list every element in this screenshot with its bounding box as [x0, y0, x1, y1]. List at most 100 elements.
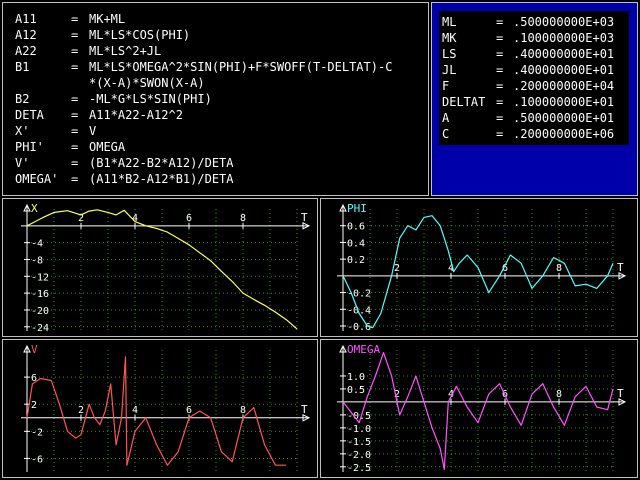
chart-0: 2 4 6 8-4-8-12-16-20-24XT: [21, 202, 311, 334]
parameter-name: C: [442, 127, 450, 141]
y-tick-label: -24: [31, 323, 49, 334]
x-axis-label: T: [301, 403, 308, 416]
x-tick-label: 8: [556, 389, 562, 400]
parameter-name: DELTAT: [442, 95, 486, 109]
parameter-equals: =: [496, 95, 504, 109]
parameter-equals: =: [496, 15, 504, 29]
equation-rhs: ML*LS*COS(PHI): [89, 28, 191, 42]
y-tick-label: -8: [31, 255, 43, 266]
grid: [27, 350, 298, 472]
y-tick-label: -1.0: [347, 424, 371, 435]
parameter-value: .100000000E+01: [513, 95, 615, 109]
chart-2: 2 4 6 862-2-6VT: [21, 343, 311, 472]
parameter-equals: =: [496, 127, 504, 141]
equation-lhs: B1: [15, 60, 30, 74]
y-tick-label: -2.0: [347, 450, 371, 461]
parameter-value: .500000000E+01: [513, 111, 615, 125]
y-tick-label: -20: [31, 306, 49, 317]
equation-lhs: B2: [15, 92, 30, 106]
parameter-value: .400000000E+01: [513, 63, 615, 77]
equation-rhs: V: [89, 124, 97, 138]
equation-rhs: OMEGA: [89, 140, 126, 154]
chart-phi-panel: 2 4 6 8 0.6 0.4 0.2 -0.2 -0.4 -0.6 PHI T: [320, 198, 638, 337]
equation-equals: =: [71, 172, 79, 186]
equations-panel: A11 = MK+ML A12 = ML*LS*COS(PHI) A22 = ML*LS^2+J…: [2, 2, 429, 196]
equation-lhs: PHI': [15, 140, 44, 154]
chart-1: 2 4 6 80.60.40.2-0.2-0.4-0.6PHIT: [337, 202, 627, 333]
equation-lhs: X': [15, 124, 30, 138]
equation-lhs: DETA: [15, 108, 44, 122]
parameters-panel: ML = .500000000E+03 MK = .100000000E+03 LS = .40…: [431, 2, 638, 196]
y-axis-label: V: [31, 343, 38, 356]
equation-lhs: A22: [15, 44, 37, 58]
y-axis-label: X: [31, 202, 38, 215]
parameter-name: F: [442, 79, 450, 93]
y-tick-label: -0.4: [347, 305, 371, 316]
parameter-name: MK: [442, 31, 457, 45]
equation-rhs: ML*LS^2+JL: [89, 44, 162, 58]
x-tick-label: 6: [186, 213, 192, 224]
chart-x-panel: 2 4 6 8 -4 -8 -12 -16 -20 -24 X T: [2, 198, 318, 337]
x-tick-label: 4: [132, 405, 138, 416]
series-line: [342, 215, 614, 329]
x-tick-label: 2: [78, 405, 84, 416]
series-line: [26, 356, 287, 466]
y-tick-label: -1.5: [347, 437, 371, 448]
y-tick-label: -6: [31, 454, 43, 465]
y-tick-label: -0.6: [347, 322, 371, 333]
equation-equals: =: [71, 156, 79, 170]
y-tick-label: 0.5: [347, 385, 365, 396]
y-tick-label: -12: [31, 272, 49, 283]
equation-equals: =: [71, 44, 79, 58]
parameter-name: LS: [442, 47, 457, 61]
y-tick-label: 0.2: [347, 255, 365, 266]
y-tick-label: 2: [31, 400, 37, 411]
y-tick-label: 0.6: [347, 222, 365, 233]
equation-rhs: (A11*B2-A12*B1)/DETA: [89, 172, 234, 186]
equation-lhs: A11: [15, 12, 37, 26]
equation-lhs: A12: [15, 28, 37, 42]
x-axis-label: T: [301, 211, 308, 224]
y-tick-label: -2: [31, 427, 43, 438]
x-tick-label: 8: [240, 213, 246, 224]
equation-equals: =: [71, 92, 79, 106]
y-axis-label: OMEGA: [347, 343, 380, 356]
parameter-equals: =: [496, 47, 504, 61]
grid: [343, 209, 614, 331]
parameter-value: .400000000E+01: [513, 47, 615, 61]
parameter-name: ML: [442, 15, 457, 29]
equation-rhs: ML*LS*OMEGA^2*SIN(PHI)+F*SWOFF(T-DELTAT)…: [89, 60, 393, 74]
parameter-name: JL: [442, 63, 457, 77]
x-tick-label: 8: [240, 405, 246, 416]
chart-3: 2 4 6 81.00.5-0.5-1.0-1.5-2.0-2.5OMEGAT: [337, 343, 627, 474]
parameters-list: ML = .500000000E+03 MK = .100000000E+03 LS = .40…: [439, 11, 629, 145]
y-tick-label: -4: [31, 239, 43, 250]
x-axis-label: T: [617, 387, 624, 400]
equation-equals: =: [71, 108, 79, 122]
parameter-equals: =: [496, 111, 504, 125]
x-axis-label: T: [617, 261, 624, 274]
equation-equals: =: [71, 140, 79, 154]
equation-rhs: MK+ML: [89, 12, 126, 26]
y-tick-label: -2.5: [347, 463, 371, 474]
equation-lhs: OMEGA': [15, 172, 59, 186]
x-tick-label: 2: [394, 263, 400, 274]
grid: [27, 209, 298, 331]
equation-rhs: *(X-A)*SWON(X-A): [89, 76, 205, 90]
parameter-value: .100000000E+03: [513, 31, 615, 45]
equation-lhs: V': [15, 156, 30, 170]
grid: [343, 350, 614, 472]
equation-rhs: A11*A22-A12^2: [89, 108, 183, 122]
y-tick-label: 1.0: [347, 372, 365, 383]
y-tick-label: -16: [31, 289, 49, 300]
equation-rhs: -ML*G*LS*SIN(PHI): [89, 92, 212, 106]
parameter-equals: =: [496, 79, 504, 93]
x-tick-label: 6: [186, 405, 192, 416]
equation-equals: =: [71, 60, 79, 74]
parameter-equals: =: [496, 63, 504, 77]
chart-omega-panel: 2 4 6 8 1.0 0.5 -0.5 -1.0 -1.5 -2.0 -2.5 OMEGA T: [320, 339, 638, 478]
y-tick-label: 0.4: [347, 238, 365, 249]
parameter-value: .200000000E+06: [513, 127, 615, 141]
equation-equals: =: [71, 124, 79, 138]
chart-v-panel: 2 4 6 8 6 2 -2 -6 V T: [2, 339, 318, 478]
